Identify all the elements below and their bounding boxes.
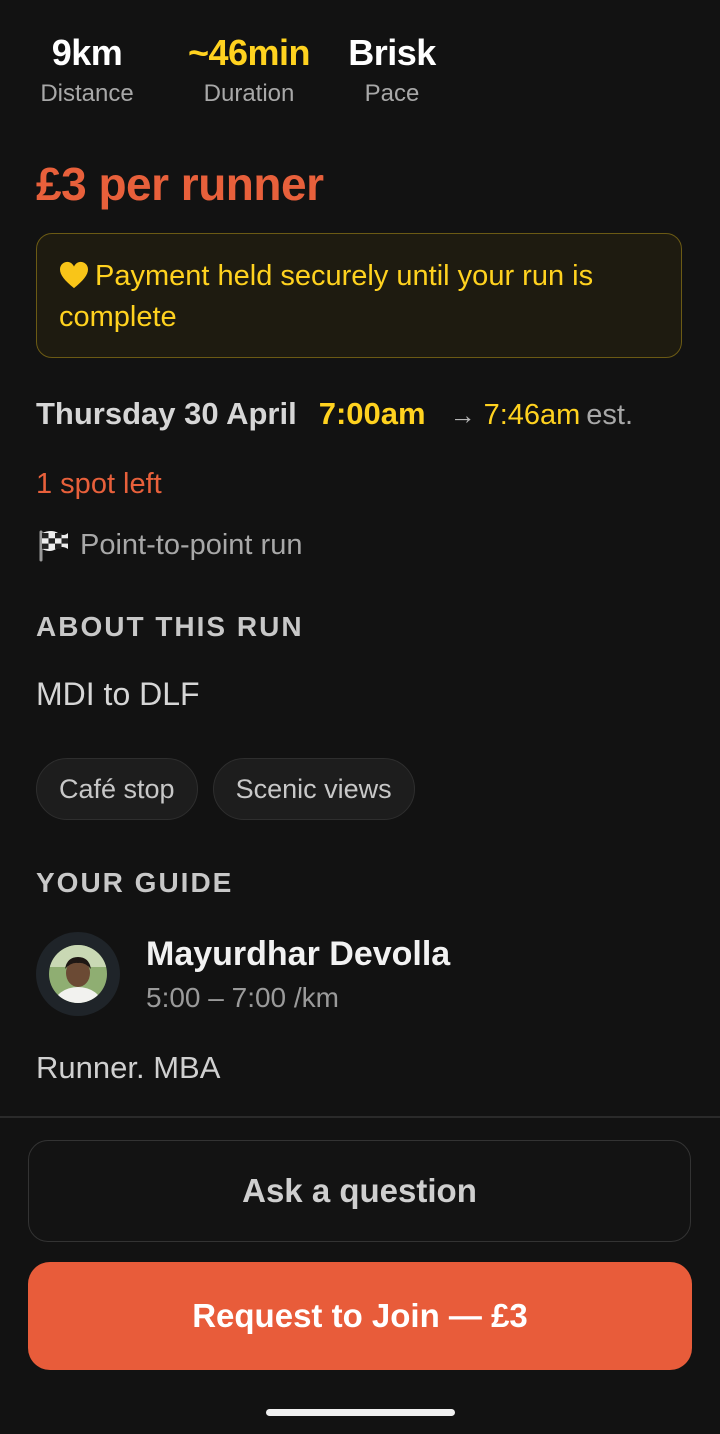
guide-photo bbox=[49, 945, 107, 1003]
stat-value: 9km bbox=[51, 32, 123, 73]
divider bbox=[0, 1116, 720, 1118]
end-time: 7:46am bbox=[483, 399, 581, 431]
stat-label: Pace bbox=[364, 80, 420, 107]
run-date: Thursday 30 April bbox=[36, 396, 297, 431]
end-time-suffix: est. bbox=[586, 399, 634, 431]
guide-card[interactable]: Mayurdhar Devolla 5:00 – 7:00 /km bbox=[36, 932, 450, 1016]
stat-value: ~46min bbox=[187, 32, 311, 73]
guide-section-title: YOUR GUIDE bbox=[36, 867, 234, 898]
route-type: Point-to-point run bbox=[36, 527, 302, 563]
stat-value: Brisk bbox=[348, 32, 436, 73]
stat-label: Distance bbox=[40, 80, 134, 107]
guide-info: Mayurdhar Devolla 5:00 – 7:00 /km bbox=[146, 932, 450, 1016]
guide-name[interactable]: Mayurdhar Devolla bbox=[146, 932, 450, 976]
arrow-right-icon: → bbox=[449, 400, 476, 430]
tag-cafe-stop: Café stop bbox=[36, 758, 198, 820]
payment-notice: Payment held securely until your run is … bbox=[36, 233, 682, 358]
ask-question-button[interactable]: Ask a question bbox=[28, 1140, 691, 1242]
about-section-title: ABOUT THIS RUN bbox=[36, 611, 304, 642]
run-tags: Café stop Scenic views bbox=[36, 758, 415, 820]
home-indicator[interactable] bbox=[266, 1409, 455, 1416]
stat-distance: 9km Distance bbox=[36, 30, 138, 110]
yellow-heart-icon bbox=[60, 261, 88, 289]
route-type-text: Point-to-point run bbox=[80, 529, 303, 561]
tag-scenic-views: Scenic views bbox=[212, 758, 415, 820]
request-to-join-button[interactable]: Request to Join — £3 bbox=[28, 1262, 692, 1370]
stat-duration: ~46min Duration bbox=[184, 30, 314, 110]
payment-notice-text: Payment held securely until your run is … bbox=[59, 260, 594, 333]
start-time: 7:00am bbox=[318, 396, 426, 431]
stat-pace: Brisk Pace bbox=[344, 30, 440, 110]
spots-left: 1 spot left bbox=[36, 468, 162, 500]
about-text: MDI to DLF bbox=[36, 676, 200, 712]
price-per-runner: £3 per runner bbox=[36, 158, 324, 210]
stat-label: Duration bbox=[203, 80, 295, 107]
stats-row: 9km Distance ~46min Duration Brisk Pace bbox=[36, 30, 440, 110]
guide-bio: Runner. MBA bbox=[36, 1050, 221, 1085]
guide-pace: 5:00 – 7:00 /km bbox=[146, 982, 340, 1013]
guide-avatar[interactable] bbox=[36, 932, 120, 1016]
run-schedule: Thursday 30 April 7:00am → 7:46am est. bbox=[36, 396, 633, 432]
checkered-flag-icon bbox=[39, 530, 68, 562]
